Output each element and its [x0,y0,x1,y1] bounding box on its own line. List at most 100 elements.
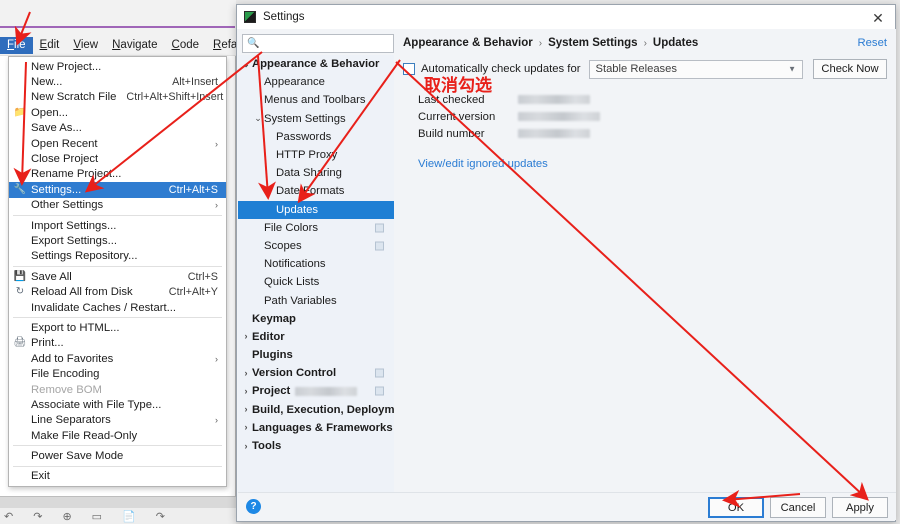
view-edit-ignored-updates-link[interactable]: View/edit ignored updates [418,158,548,170]
page-icon[interactable]: 📄 [122,510,136,523]
chevron-right-icon[interactable]: › [240,368,252,378]
ide-bottom-toolbar[interactable]: ↶ ↷ ⊕ ▭ 📄 ↷ [0,508,236,524]
dialog-title-bar: Settings [237,5,895,29]
menu-item-remove-bom: Remove BOM [9,382,226,397]
tree-item-version-control[interactable]: › Version Control [238,364,394,382]
undo-icon[interactable]: ↶ [4,510,13,523]
tree-item-keymap[interactable]: Keymap [238,310,394,328]
menu-item-open[interactable]: 📁 Open... [9,105,226,120]
tree-item-label: Path Variables [264,294,337,307]
copy-settings-icon[interactable] [375,368,384,378]
tree-item-label: Tools [252,440,282,453]
menu-item-export-to-html[interactable]: Export to HTML... [9,320,226,335]
ok-button[interactable]: OK [708,497,764,518]
menu-item-add-to-favorites[interactable]: Add to Favorites › [9,351,226,366]
tree-item-appearance-behavior[interactable]: ⌄ Appearance & Behavior [238,55,394,73]
settings-tree[interactable]: ⌄ Appearance & Behavior Appearance Menus an… [238,55,394,495]
tree-item-menus-and-toolbars[interactable]: Menus and Toolbars [238,91,394,109]
tree-item-plugins[interactable]: Plugins [238,346,394,364]
menu-item-save-as[interactable]: Save As... [9,121,226,136]
menubar-item-view[interactable]: View [66,37,105,54]
update-channel-dropdown[interactable]: Stable Releases ▼ [588,59,803,79]
menu-item-line-separators[interactable]: Line Separators › [9,413,226,428]
search-input[interactable] [262,36,383,51]
menu-item-file-encoding[interactable]: File Encoding [9,366,226,381]
menu-item-print[interactable]: 🖨 Print... [9,336,226,351]
tree-item-languages-frameworks[interactable]: › Languages & Frameworks [238,419,394,437]
menu-item-settings[interactable]: 🔧 Settings... Ctrl+Alt+S [9,182,226,198]
chevron-right-icon[interactable]: › [240,332,252,341]
menu-item-new-scratch-file[interactable]: New Scratch File Ctrl+Alt+Shift+Insert [9,90,226,105]
menu-item-new[interactable]: New... Alt+Insert [9,74,226,89]
copy-settings-icon[interactable] [375,386,384,396]
chevron-right-icon[interactable]: › [240,405,252,414]
chevron-right-icon[interactable]: › [240,386,252,396]
close-icon[interactable]: ✕ [867,9,889,27]
breadcrumb-item[interactable]: Updates [653,37,698,49]
menubar-item-file[interactable]: File [0,37,33,54]
tree-item-label: Date Formats [276,185,345,198]
chevron-down-icon[interactable]: ⌄ [240,59,252,69]
tree-item-file-colors[interactable]: File Colors [238,219,394,237]
tree-item-system-settings[interactable]: ⌄ System Settings [238,110,394,128]
breadcrumb-item[interactable]: System Settings [548,37,637,49]
breadcrumb-item[interactable]: Appearance & Behavior [403,37,533,49]
menu-item-close-project[interactable]: Close Project [9,151,226,166]
menu-item-import-settings[interactable]: Import Settings... [9,218,226,233]
tree-item-tools[interactable]: › Tools [238,437,394,455]
add-icon[interactable]: ⊕ [62,510,71,523]
menu-item-power-save-mode[interactable]: Power Save Mode [9,448,226,463]
tree-item-data-sharing[interactable]: Data Sharing [238,164,394,182]
help-icon[interactable]: ? [246,499,261,514]
tree-item-path-variables[interactable]: Path Variables [238,291,394,309]
menu-item-other-settings[interactable]: Other Settings › [9,198,226,213]
tree-item-quick-lists[interactable]: Quick Lists [238,273,394,291]
menu-item-settings-repository[interactable]: Settings Repository... [9,249,226,264]
tree-item-editor[interactable]: › Editor [238,328,394,346]
menu-item-rename-project[interactable]: Rename Project... [9,167,226,182]
menubar-item-code[interactable]: Code [165,37,207,54]
tree-item-passwords[interactable]: Passwords [238,128,394,146]
menu-item-save-all[interactable]: 💾 Save All Ctrl+S [9,269,226,284]
tree-item-label: Project [252,385,291,398]
tree-item-build-execution-deployment[interactable]: ›Build, Execution, Deployment [238,401,395,419]
menu-item-invalidate-caches-restart[interactable]: Invalidate Caches / Restart... [9,300,226,315]
tree-item-label: System Settings [264,112,346,125]
menubar-item-edit[interactable]: Edit [33,37,67,54]
tree-item-label: Plugins [252,349,293,362]
window-icon[interactable]: ▭ [92,510,102,523]
tree-item-label: Languages & Frameworks [252,421,393,434]
redo-icon[interactable]: ↷ [33,510,42,523]
copy-settings-icon[interactable] [375,223,384,233]
share-icon[interactable]: ↷ [156,510,165,523]
menubar-item-navigate[interactable]: Navigate [105,37,164,54]
tree-item-http-proxy[interactable]: HTTP Proxy [238,146,394,164]
ide-menu-bar[interactable]: FileEditViewNavigateCodeRefactorR [0,36,279,56]
menu-item-open-recent[interactable]: Open Recent › [9,136,226,151]
cancel-button[interactable]: Cancel [770,497,826,518]
menu-item-new-project[interactable]: New Project... [9,59,226,74]
tree-item-date-formats[interactable]: Date Formats [238,182,394,200]
settings-search-box[interactable]: 🔍 [242,34,394,53]
chevron-right-icon[interactable]: › [240,423,252,432]
reset-link[interactable]: Reset [857,37,887,49]
update-channel-value: Stable Releases [595,63,677,75]
check-now-button[interactable]: Check Now [813,59,887,79]
screenshot-root: FileEditViewNavigateCodeRefactorR ↶ ↷ ⊕ … [0,0,900,524]
chevron-down-icon[interactable]: ⌄ [252,114,264,123]
tree-item-scopes[interactable]: Scopes [238,237,394,255]
tree-item-updates[interactable]: Updates [238,200,394,219]
auto-check-updates-checkbox[interactable] [403,63,415,75]
menu-item-reload-all-from-disk[interactable]: ↻ Reload All from Disk Ctrl+Alt+Y [9,284,226,299]
menu-item-export-settings[interactable]: Export Settings... [9,233,226,248]
file-dropdown-menu[interactable]: New Project... New... Alt+Insert New Scratc… [8,56,227,488]
tree-item-notifications[interactable]: Notifications [238,255,394,273]
copy-settings-icon[interactable] [375,241,384,251]
menu-item-associate-with-file-type[interactable]: Associate with File Type... [9,397,226,412]
tree-item-appearance[interactable]: Appearance [238,73,394,91]
apply-button[interactable]: Apply [832,497,888,518]
chevron-right-icon[interactable]: › [240,441,252,451]
menu-item-make-file-read-only[interactable]: Make File Read-Only [9,428,226,443]
menu-item-exit[interactable]: Exit [9,469,226,484]
tree-item-project[interactable]: › Project [238,382,394,400]
